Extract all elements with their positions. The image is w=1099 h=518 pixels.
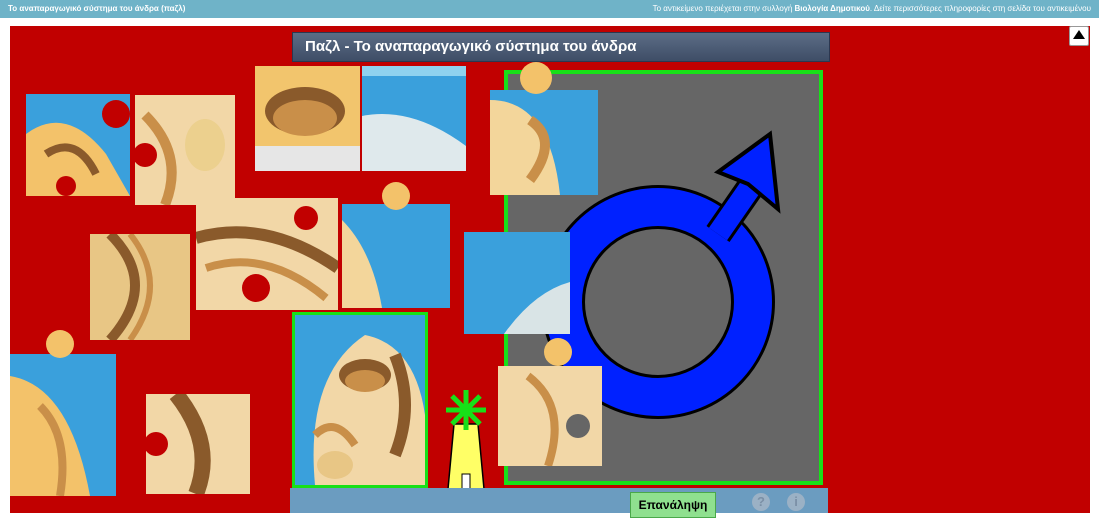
scroll-top-button[interactable] — [1069, 26, 1089, 46]
puzzle-piece[interactable] — [464, 232, 570, 334]
collection-link[interactable]: Βιολογία Δημοτικού — [795, 4, 870, 13]
top-info-bar: Το αναπαραγωγικό σύστημα του άνδρα (παζλ… — [0, 0, 1099, 18]
puzzle-piece[interactable] — [90, 234, 190, 340]
puzzle-piece[interactable] — [146, 394, 250, 494]
puzzle-piece[interactable] — [342, 180, 450, 308]
puzzle-piece-assembled-preview — [292, 312, 428, 488]
repeat-button[interactable]: Επανάληψη — [630, 492, 716, 518]
puzzle-piece[interactable] — [470, 60, 598, 195]
puzzle-piece[interactable] — [498, 336, 602, 466]
windmill-icon — [436, 384, 496, 490]
puzzle-piece[interactable] — [255, 66, 360, 171]
collection-info: Το αντικείμενο περιέχεται στην συλλογή Β… — [653, 0, 1091, 18]
game-title: Παζλ - Το αναπαραγωγικό σύστημα του άνδρ… — [292, 32, 830, 62]
puzzle-piece[interactable] — [10, 326, 116, 496]
collection-info-suffix: . Δείτε περισσότερες πληροφορίες στη σελ… — [869, 4, 1091, 13]
control-bar — [290, 488, 828, 513]
puzzle-piece[interactable] — [26, 94, 130, 196]
info-icon[interactable]: i — [787, 493, 805, 511]
triangle-up-icon — [1073, 30, 1085, 39]
collection-info-prefix: Το αντικείμενο περιέχεται στην συλλογή — [652, 4, 795, 13]
resource-title: Το αναπαραγωγικό σύστημα του άνδρα (παζλ… — [8, 4, 186, 13]
puzzle-piece[interactable] — [196, 198, 338, 310]
puzzle-piece[interactable] — [135, 95, 235, 205]
puzzle-piece[interactable] — [362, 66, 466, 171]
question-icon[interactable]: ? — [752, 493, 770, 511]
